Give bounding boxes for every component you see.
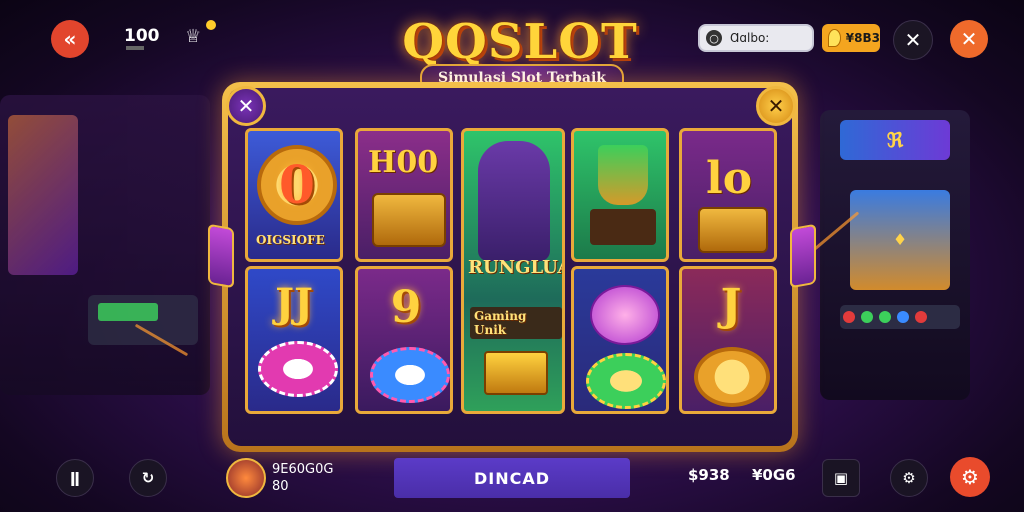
close-icon: ✕ (767, 94, 785, 118)
symbol-banner: Gaming Unik (470, 307, 562, 339)
wolf-character-symbol (478, 141, 550, 261)
gear-icon: ⚙ (902, 469, 916, 487)
coin-balance[interactable]: ¥8B3 (822, 24, 880, 52)
player-level: 80 (272, 479, 289, 494)
frame-close-button[interactable]: ✕ (756, 86, 796, 126)
refresh-button[interactable]: ↻ (129, 459, 167, 497)
stats-button[interactable]: ǁ (56, 459, 94, 497)
reel-cell: lo (679, 128, 777, 262)
treasure-chest-symbol (372, 193, 446, 247)
power-button[interactable]: ⚙ (950, 457, 990, 497)
gem-icon (828, 29, 841, 47)
poker-chip-symbol (370, 347, 450, 403)
close-icon: ✕ (904, 28, 922, 52)
symbol-label: lo (706, 153, 753, 204)
reel-cell: RUNGLUA Gaming Unik (461, 128, 565, 414)
reel-cell: 0 OIGSIOFE (245, 128, 343, 262)
power-icon: ⚙ (961, 465, 979, 489)
settings-button[interactable]: ⚙ (890, 459, 928, 497)
search-icon: ○ (706, 30, 722, 46)
right-arcade-marquee: ℜ (840, 120, 950, 160)
right-arcade-buttons (840, 305, 960, 329)
magic-lamp-symbol (590, 285, 660, 345)
reel-cell (571, 266, 669, 414)
notification-badge (206, 20, 216, 30)
reel-cell: H00 (355, 128, 453, 262)
close-icon: ✕ (960, 27, 978, 51)
map-button[interactable]: ▣ (822, 459, 860, 497)
right-arcade-machine: ℜ ♦ (820, 110, 970, 400)
balance-underline (126, 46, 144, 50)
trophy-base (590, 209, 656, 245)
reel-cell: J (679, 266, 777, 414)
symbol-label: RUNGLUA (468, 257, 565, 278)
balance-count: 100 (124, 26, 160, 46)
search-text: Ɑɑlbo: (730, 31, 770, 45)
left-arcade-console (88, 295, 198, 345)
reel-cell: JJ (245, 266, 343, 414)
symbol-label: H00 (368, 145, 439, 180)
right-arcade-screen: ♦ (850, 190, 950, 290)
treasure-chest-symbol (698, 207, 768, 253)
gold-bars-symbol (484, 351, 548, 395)
player-name: 9E60G0G (272, 462, 334, 477)
spin-button[interactable]: DINCAD (394, 458, 630, 498)
reel-cell (571, 128, 669, 262)
avatar[interactable] (226, 458, 266, 498)
trophy-icon (598, 145, 648, 205)
map-icon: ▣ (833, 469, 849, 487)
right-arrow-tab[interactable] (790, 223, 816, 289)
coin-text: ¥8B3 (845, 31, 880, 45)
left-arcade-screen (8, 115, 78, 275)
close-button[interactable]: ✕ (893, 20, 933, 60)
poker-chip-symbol (586, 353, 666, 409)
bet-amount: ¥0G6 (752, 466, 796, 484)
game-logo: QQSLOT Simulasi Slot Terbaik (400, 14, 640, 94)
back-button[interactable]: « (51, 20, 89, 58)
refresh-icon: ↻ (141, 469, 155, 487)
letter-symbol: 9 (390, 281, 422, 333)
console-pad (98, 303, 158, 321)
left-arrow-tab[interactable] (208, 223, 234, 289)
gold-coin-symbol (694, 347, 770, 407)
letter-symbol: 0 (278, 154, 316, 216)
win-amount: $938 (688, 466, 730, 484)
logo-title: QQSLOT (402, 14, 638, 70)
chef-hat-icon[interactable]: ♕ (185, 26, 209, 48)
poker-chip-symbol (258, 341, 338, 397)
frame-close-button[interactable]: ✕ (226, 86, 266, 126)
back-chevron-icon: « (63, 27, 77, 51)
close-icon: ✕ (237, 94, 255, 118)
symbol-label: OIGSIOFE (256, 233, 325, 247)
stats-icon: ǁ (70, 469, 80, 487)
search-field[interactable]: ○ Ɑɑlbo: (698, 24, 814, 52)
letter-symbol: JJ (275, 279, 313, 327)
reel-cell: 9 (355, 266, 453, 414)
letter-symbol: J (720, 279, 742, 331)
exit-button[interactable]: ✕ (950, 20, 988, 58)
